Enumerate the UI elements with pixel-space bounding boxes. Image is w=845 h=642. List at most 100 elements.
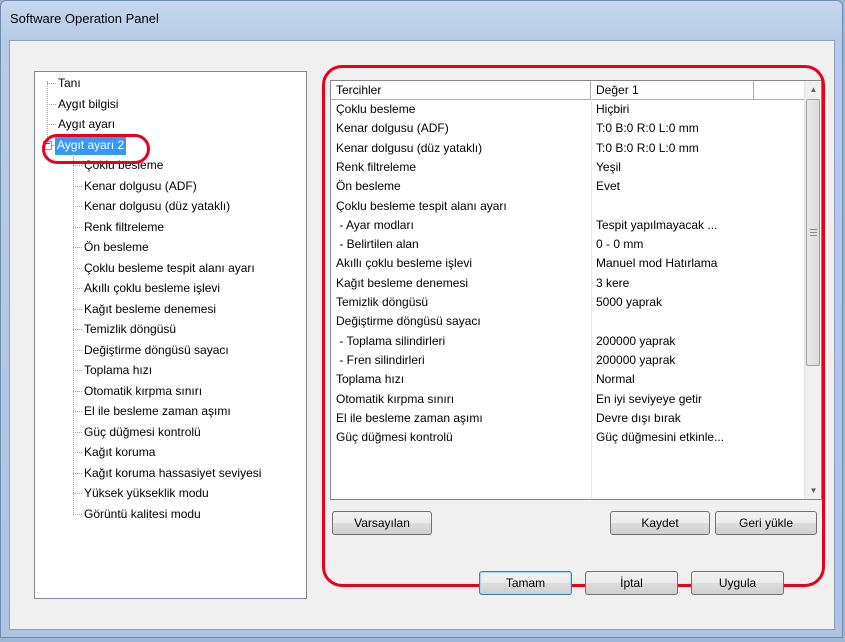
scroll-up-icon[interactable]: ▲ — [805, 81, 821, 98]
tree-item-child[interactable]: Kağıt koruma — [35, 443, 305, 462]
tree-connector — [73, 206, 82, 207]
tree-item-label: Çoklu besleme — [84, 158, 164, 172]
grid-cell-value[interactable]: En iyi seviyeye getir — [591, 390, 754, 409]
grid-row[interactable]: - Belirtilen alan 0 - 0 mm — [331, 235, 804, 254]
grid-cell-setting: Çoklu besleme — [336, 102, 416, 116]
grid-row[interactable]: Ön besleme Evet — [331, 177, 804, 196]
grid-cell-value[interactable]: T:0 B:0 R:0 L:0 mm — [591, 139, 754, 158]
tree-connector — [73, 493, 82, 494]
grid-cell-value[interactable]: Manuel mod Hatırlama — [591, 254, 754, 273]
save-button[interactable]: Kaydet — [610, 511, 710, 535]
column-header-tercihler[interactable]: Tercihler — [331, 81, 591, 99]
ok-button[interactable]: Tamam — [479, 571, 572, 595]
tree-item-aygit-ayari-2[interactable]: − Aygıt ayarı 2 — [35, 135, 295, 155]
grid-row[interactable]: Renk filtreleme Yeşil — [331, 158, 804, 177]
grid-row[interactable]: - Ayar modları Tespit yapılmayacak ... — [331, 216, 804, 235]
grid-cell-value[interactable]: Devre dışı bırak — [591, 409, 754, 428]
settings-tree[interactable]: Tanı Aygıt bilgisi Aygıt ayarı − Aygıt ayarı… — [34, 71, 307, 599]
grid-row[interactable]: - Toplama silindirleri 200000 yaprak — [331, 332, 804, 351]
grid-row[interactable]: Çoklu besleme tespit alanı ayarı — [331, 197, 804, 216]
tree-connector — [73, 267, 82, 269]
tree-item-label: Çoklu besleme tespit alanı ayarı — [84, 260, 255, 275]
grid-vertical-scrollbar[interactable]: ▲ ▼ — [804, 81, 821, 499]
scrollbar-thumb[interactable] — [806, 99, 820, 366]
grid-cell-value[interactable]: Normal — [591, 370, 754, 389]
grid-row[interactable]: Çoklu besleme Hiçbiri — [331, 100, 804, 119]
tree-item-child[interactable]: Güç düğmesi kontrolü — [35, 423, 305, 442]
column-header-deger-1[interactable]: Değer 1 — [591, 81, 754, 99]
grid-row[interactable]: Kağıt besleme denemesi 3 kere — [331, 274, 804, 293]
tree-item-child[interactable]: Otomatik kırpma sınırı — [35, 382, 305, 401]
grid-row[interactable]: Otomatik kırpma sınırı En iyi seviyeye ge… — [331, 390, 804, 409]
tree-item-child[interactable]: Toplama hızı — [35, 361, 305, 380]
grid-cell-value[interactable]: 200000 yaprak — [591, 332, 754, 351]
grid-cell-value[interactable]: T:0 B:0 R:0 L:0 mm — [591, 119, 754, 138]
grid-cell-setting: Ön besleme — [336, 179, 401, 194]
tree-item-child[interactable]: Çoklu besleme — [35, 156, 305, 175]
tree-item-label: Renk filtreleme — [84, 219, 165, 234]
tree-item-label: Kağıt besleme denemesi — [84, 301, 217, 316]
grid-cell-value[interactable]: Yeşil — [591, 158, 754, 177]
tree-item-root-2[interactable]: Aygıt ayarı — [35, 115, 295, 134]
tree-item-child[interactable]: Çoklu besleme tespit alanı ayarı — [35, 259, 305, 278]
scroll-down-icon[interactable]: ▼ — [805, 482, 821, 499]
cancel-button[interactable]: İptal — [585, 571, 678, 595]
grid-cell-value[interactable]: 3 kere — [591, 274, 754, 293]
defaults-button[interactable]: Varsayılan — [332, 511, 432, 535]
grid-cell-value[interactable]: Hiçbiri — [591, 100, 754, 119]
grid-cell-value[interactable] — [591, 197, 754, 216]
grid-cell-setting: Güç düğmesi kontrolü — [336, 430, 453, 445]
tree-item-root-1[interactable]: Aygıt bilgisi — [35, 95, 295, 114]
thumb-grip-line — [810, 235, 817, 236]
tree-item-child[interactable]: Kağıt koruma hassasiyet seviyesi — [35, 464, 305, 483]
grid-row[interactable]: Güç düğmesi kontrolü Güç düğmesini etkinl… — [331, 428, 804, 447]
tree-connector — [73, 349, 82, 351]
collapse-icon[interactable]: − — [43, 139, 52, 150]
grid-row[interactable]: Kenar dolgusu (düz yataklı) T:0 B:0 R:0 L… — [331, 139, 804, 158]
grid-cell-value[interactable]: Evet — [591, 177, 754, 196]
grid-cell-value[interactable]: Tespit yapılmayacak ... — [591, 216, 754, 235]
grid-cell-value[interactable]: 200000 yaprak — [591, 351, 754, 370]
tree-item-label: Aygıt ayarı — [58, 117, 116, 131]
tree-item-child[interactable]: Ön besleme — [35, 238, 305, 257]
tree-item-child[interactable]: Kenar dolgusu (düz yataklı) — [35, 197, 305, 216]
grid-cell-value[interactable]: Güç düğmesini etkinle... — [591, 428, 754, 447]
grid-row[interactable]: Değiştirme döngüsü sayacı — [331, 312, 804, 331]
apply-button[interactable]: Uygula — [691, 571, 784, 595]
grid-row[interactable]: Toplama hızı Normal — [331, 370, 804, 389]
grid-cell-setting: Değiştirme döngüsü sayacı — [336, 314, 481, 329]
grid-row[interactable]: - Fren silindirleri 200000 yaprak — [331, 351, 804, 370]
tree-connector — [73, 472, 82, 474]
dialog-window: Software Operation Panel Tanı Aygıt bilgi… — [0, 0, 843, 638]
grid-cell-value[interactable]: 0 - 0 mm — [591, 235, 754, 254]
restore-button[interactable]: Geri yükle — [715, 511, 817, 535]
settings-grid[interactable]: Tercihler Değer 1 Çoklu besleme Hiçbiri Ke… — [330, 80, 822, 500]
tree-connector — [73, 185, 82, 187]
grid-cell-value[interactable]: 5000 yaprak — [591, 293, 754, 312]
grid-row[interactable]: Akıllı çoklu besleme işlevi Manuel mod Ha… — [331, 254, 804, 273]
tree-item-label: Ön besleme — [84, 240, 149, 254]
grid-cell-setting: Otomatik kırpma sınırı — [336, 391, 455, 406]
tree-item-label: Aygıt ayarı 2 — [55, 135, 127, 155]
tree-item-child[interactable]: Kenar dolgusu (ADF) — [35, 177, 305, 196]
tree-item-label: Toplama hızı — [84, 363, 153, 377]
tree-item-root-0[interactable]: Tanı — [35, 74, 295, 93]
grid-row[interactable]: El ile besleme zaman aşımı Devre dışı bır… — [331, 409, 804, 428]
tree-item-child[interactable]: El ile besleme zaman aşımı — [35, 402, 305, 421]
tree-item-child[interactable]: Yüksek yükseklik modu — [35, 484, 305, 503]
tree-item-child[interactable]: Temizlik döngüsü — [35, 320, 305, 339]
tree-item-child[interactable]: Renk filtreleme — [35, 218, 305, 237]
tree-item-child[interactable]: Akıllı çoklu besleme işlevi — [35, 279, 305, 298]
tree-connector — [73, 288, 82, 289]
tree-item-label: Kenar dolgusu (düz yataklı) — [84, 199, 231, 213]
grid-row[interactable]: Kenar dolgusu (ADF) T:0 B:0 R:0 L:0 mm — [331, 119, 804, 138]
thumb-grip-line — [810, 229, 817, 230]
grid-cell-value[interactable] — [591, 312, 754, 331]
tree-item-child[interactable]: Kağıt besleme denemesi — [35, 300, 305, 319]
grid-cell-setting: Kenar dolgusu (düz yataklı) — [336, 140, 483, 155]
grid-row[interactable]: Temizlik döngüsü 5000 yaprak — [331, 293, 804, 312]
tree-item-label: El ile besleme zaman aşımı — [84, 404, 231, 418]
grid-cell-setting: Toplama hızı — [336, 372, 405, 387]
tree-item-child[interactable]: Görüntü kalitesi modu — [35, 505, 305, 524]
tree-item-child[interactable]: Değiştirme döngüsü sayacı — [35, 341, 305, 360]
